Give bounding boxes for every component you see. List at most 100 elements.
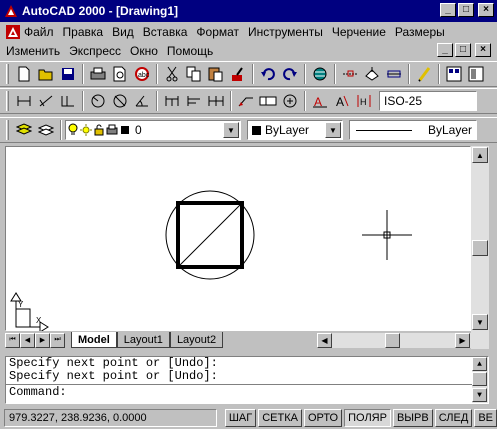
tab-layout2[interactable]: Layout2 [169,332,224,348]
undo-icon[interactable] [257,63,279,85]
open-folder-icon[interactable] [35,63,57,85]
vertical-scrollbar[interactable]: ▲ ▼ [471,146,489,349]
menu-express[interactable]: Экспресс [69,44,121,58]
command-scrollbar[interactable]: ▲ ▼ [472,357,488,403]
layer-unlock-icon[interactable] [94,124,104,136]
web-browser-icon[interactable] [309,63,331,85]
scroll-up-arrow-icon[interactable]: ▲ [472,147,488,163]
ortho-toggle[interactable]: ОРТО [303,408,343,427]
tab-previous-icon[interactable]: ◀ [20,332,35,348]
center-mark-icon[interactable] [279,90,301,112]
scroll-down-arrow-icon[interactable]: ▼ [472,388,487,402]
color-control-select[interactable]: ByLayer ▼ [247,120,343,140]
ucs-icon[interactable] [361,63,383,85]
quick-dimension-icon[interactable] [161,90,183,112]
baseline-dimension-icon[interactable] [183,90,205,112]
menu-format[interactable]: Формат [196,25,239,39]
object-snap-icon[interactable] [339,63,361,85]
drawn-diagonal-line[interactable] [177,202,243,268]
scroll-left-arrow-icon[interactable]: ◀ [317,333,332,348]
diameter-dimension-icon[interactable] [109,90,131,112]
redo-icon[interactable] [279,63,301,85]
copy-icon[interactable] [183,63,205,85]
scroll-thumb[interactable] [472,372,487,386]
command-prompt[interactable]: Command: [6,386,488,399]
autocad-app-icon[interactable] [3,3,19,19]
linear-dimension-icon[interactable] [13,90,35,112]
menu-tools[interactable]: Инструменты [248,25,323,39]
menu-edit[interactable]: Правка [63,25,104,39]
tolerance-icon[interactable] [257,90,279,112]
close-button[interactable]: × [478,3,494,17]
layer-control-select[interactable]: 0 ▼ [65,120,241,140]
chevron-down-icon[interactable]: ▼ [223,122,239,138]
design-center-icon[interactable] [465,63,487,85]
menu-file[interactable]: Файл [24,25,54,39]
menu-dimension[interactable]: Размеры [395,25,445,39]
scroll-thumb[interactable] [472,240,488,256]
tab-layout1[interactable]: Layout1 [116,332,170,348]
menu-insert[interactable]: Вставка [143,25,188,39]
maximize-button[interactable]: □ [458,3,474,17]
print-preview-icon[interactable] [109,63,131,85]
doc-close-button[interactable]: × [475,43,491,57]
menu-view[interactable]: Вид [112,25,134,39]
layer-thaw-sun-icon[interactable] [80,124,92,136]
document-icon[interactable] [6,24,20,39]
tab-last-icon[interactable]: ⏭ [50,332,65,348]
menu-draw[interactable]: Черчение [332,25,386,39]
osnap-toggle[interactable]: ВЫРВ [392,408,433,427]
spell-check-icon[interactable]: abc [131,63,153,85]
radius-dimension-icon[interactable] [87,90,109,112]
save-icon[interactable] [57,63,79,85]
command-window[interactable]: Specify next point or [Undo]: Specify ne… [5,356,489,404]
linetype-control-select[interactable]: ByLayer [349,120,477,140]
otrack-toggle[interactable]: СЛЕД [434,408,473,427]
snap-toggle[interactable]: ШАГ [224,408,257,427]
dimension-style-select[interactable]: ISO-25 [379,91,477,111]
match-properties-icon[interactable] [227,63,249,85]
properties-icon[interactable] [443,63,465,85]
dimension-text-edit-icon[interactable]: A [331,90,353,112]
scroll-down-arrow-icon[interactable]: ▼ [472,314,488,330]
toolbar-grip[interactable] [6,120,9,140]
chevron-down-icon[interactable]: ▼ [325,122,341,138]
make-object-layer-current-icon[interactable] [13,119,35,141]
print-icon[interactable] [87,63,109,85]
dimension-update-icon[interactable]: H [353,90,375,112]
ordinate-dimension-icon[interactable] [57,90,79,112]
distance-icon[interactable] [383,63,405,85]
toolbar-grip[interactable] [6,91,9,111]
menu-modify[interactable]: Изменить [6,44,60,58]
polar-toggle[interactable]: ПОЛЯР [344,408,391,427]
angular-dimension-icon[interactable] [131,90,153,112]
new-file-icon[interactable] [13,63,35,85]
scroll-up-arrow-icon[interactable]: ▲ [472,357,487,371]
drawing-canvas[interactable]: Y X [5,146,471,332]
menu-help[interactable]: Помощь [167,44,213,58]
layer-plot-icon[interactable] [106,124,118,136]
tab-next-icon[interactable]: ▶ [35,332,50,348]
lweight-toggle[interactable]: ВЕ [474,408,497,427]
aligned-dimension-icon[interactable] [35,90,57,112]
minimize-button[interactable]: _ [440,3,456,17]
horizontal-scrollbar[interactable]: ◀ ▶ [317,333,471,348]
menu-window[interactable]: Окно [130,44,158,58]
scroll-right-arrow-icon[interactable]: ▶ [455,333,470,348]
cut-icon[interactable] [161,63,183,85]
toolbar-grip[interactable] [6,64,9,84]
grid-toggle[interactable]: СЕТКА [258,408,302,427]
pencil-icon[interactable] [413,63,435,85]
layer-on-lightbulb-icon[interactable] [68,123,78,137]
tab-model[interactable]: Model [71,332,117,348]
layers-icon[interactable] [35,119,57,141]
tab-first-icon[interactable]: ⏮ [5,332,20,348]
dimension-edit-icon[interactable]: A [309,90,331,112]
paste-icon[interactable] [205,63,227,85]
coordinate-display[interactable]: 979.3227, 238.9236, 0.0000 [4,408,217,427]
continue-dimension-icon[interactable] [205,90,227,112]
doc-minimize-button[interactable]: _ [437,43,453,57]
leader-icon[interactable] [235,90,257,112]
scroll-thumb[interactable] [385,333,400,348]
doc-restore-button[interactable]: □ [455,43,471,57]
